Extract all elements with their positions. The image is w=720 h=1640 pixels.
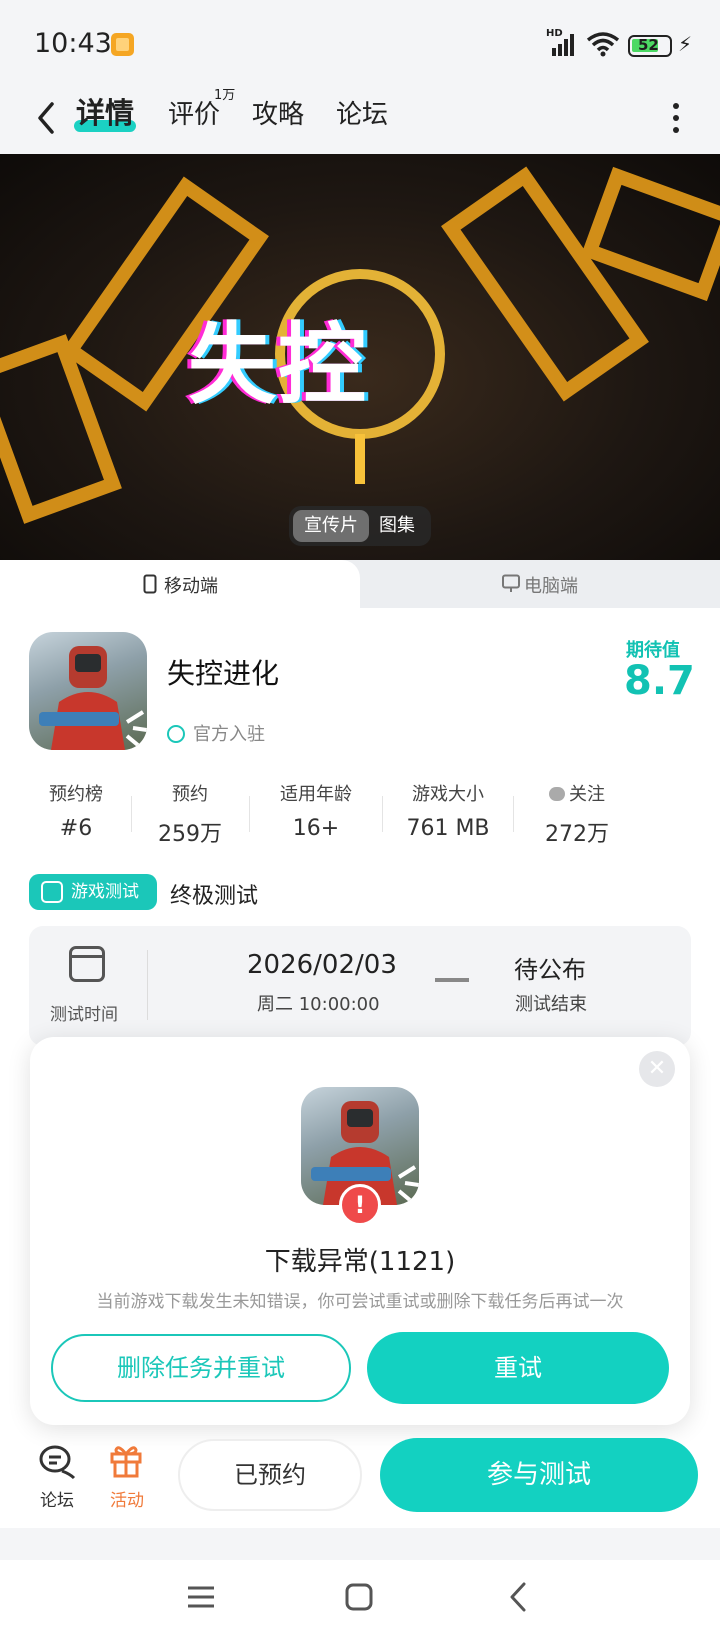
media-banner[interactable]: 失控 宣传片 图集	[0, 154, 720, 560]
toggle-video[interactable]: 宣传片	[293, 510, 369, 542]
stat-ranking[interactable]: 预约榜 #6	[38, 780, 114, 841]
nav-back-icon[interactable]	[504, 1580, 534, 1614]
wifi-icon	[586, 32, 620, 57]
media-toggle: 宣传片 图集	[289, 506, 431, 546]
dialog-title: 下载异常(1121)	[264, 1247, 456, 1277]
stat-reservations: 预约 259万	[158, 784, 222, 847]
test-time-card: 测试时间 2026/02/03 周二 10:00:00 待公布 测试结束	[29, 926, 691, 1046]
close-icon[interactable]: ✕	[639, 1051, 675, 1087]
reserved-button[interactable]: 已预约	[178, 1439, 362, 1511]
battery-level: 52	[638, 36, 659, 54]
back-arrow-icon[interactable]	[30, 96, 66, 140]
forum-icon[interactable]	[38, 1444, 76, 1480]
gift-icon[interactable]	[108, 1442, 144, 1478]
tab-guides[interactable]: 攻略	[252, 94, 304, 131]
test-name: 终极测试	[170, 884, 259, 909]
charging-icon: ⚡	[678, 32, 693, 56]
top-nav: 详情 评价 1万 攻略 论坛	[0, 88, 720, 154]
home-icon[interactable]	[344, 1582, 374, 1612]
platform-pc-label[interactable]: 电脑端	[524, 572, 578, 598]
test-start-date: 2026/02/03	[247, 950, 397, 980]
more-vertical-icon[interactable]	[668, 98, 684, 138]
divider	[382, 796, 383, 832]
expectation-score: 8.7	[624, 658, 695, 704]
notification-icon	[111, 33, 134, 56]
heart-plus-icon	[549, 787, 565, 801]
arrow-right-icon	[435, 978, 469, 982]
platform-mobile-label: 移动端	[164, 576, 218, 597]
tab-reviews[interactable]: 评价	[168, 94, 220, 131]
error-icon: !	[339, 1184, 381, 1226]
stat-age-rating[interactable]: 适用年龄 16+	[268, 780, 364, 841]
phone-icon	[143, 574, 157, 594]
retry-button[interactable]: 重试	[367, 1332, 669, 1404]
test-icon	[41, 881, 63, 903]
status-time: 10:43	[34, 28, 112, 59]
join-test-button[interactable]: 参与测试	[380, 1438, 698, 1512]
test-start-time: 周二 10:00:00	[257, 994, 380, 1015]
official-badge: 官方入驻	[167, 720, 265, 746]
download-error-dialog: ✕ ! 下载异常(1121) 当前游戏下载发生未知错误，你可尝试重试或删除下载任…	[30, 1037, 690, 1425]
verified-icon	[167, 725, 185, 743]
divider	[249, 796, 250, 832]
game-test-badge: 游戏测试	[29, 874, 157, 910]
game-name: 失控进化	[167, 657, 280, 690]
tab-details[interactable]: 详情	[76, 90, 134, 132]
stat-follow[interactable]: 关注 272万	[532, 780, 622, 848]
game-icon	[29, 632, 147, 750]
forum-label[interactable]: 论坛	[40, 1486, 74, 1511]
platform-tabs: 移动端 电脑端	[0, 560, 720, 608]
divider	[513, 796, 514, 832]
tab-forum[interactable]: 论坛	[336, 94, 388, 131]
activity-label[interactable]: 活动	[110, 1486, 144, 1511]
battery-icon: 52	[628, 35, 672, 57]
signal-icon	[552, 34, 574, 56]
test-time-label: 测试时间	[50, 1005, 118, 1025]
dialog-message: 当前游戏下载发生未知错误，你可尝试重试或删除下载任务后再试一次	[96, 1292, 624, 1312]
divider	[147, 950, 148, 1020]
calendar-icon	[69, 946, 105, 982]
divider	[131, 796, 132, 832]
test-end-label: 测试结束	[515, 994, 587, 1015]
status-bar: 10:43 HD 52 ⚡	[0, 0, 720, 90]
menu-icon[interactable]	[186, 1582, 216, 1612]
stat-game-size: 游戏大小 761 MB	[406, 784, 490, 841]
banner-title: 失控	[188, 313, 369, 416]
test-end-date: 待公布	[514, 956, 586, 984]
system-navigation	[0, 1560, 720, 1640]
monitor-icon	[502, 574, 520, 592]
delete-and-retry-button[interactable]: 删除任务并重试	[51, 1334, 351, 1402]
toggle-gallery[interactable]: 图集	[379, 510, 425, 542]
